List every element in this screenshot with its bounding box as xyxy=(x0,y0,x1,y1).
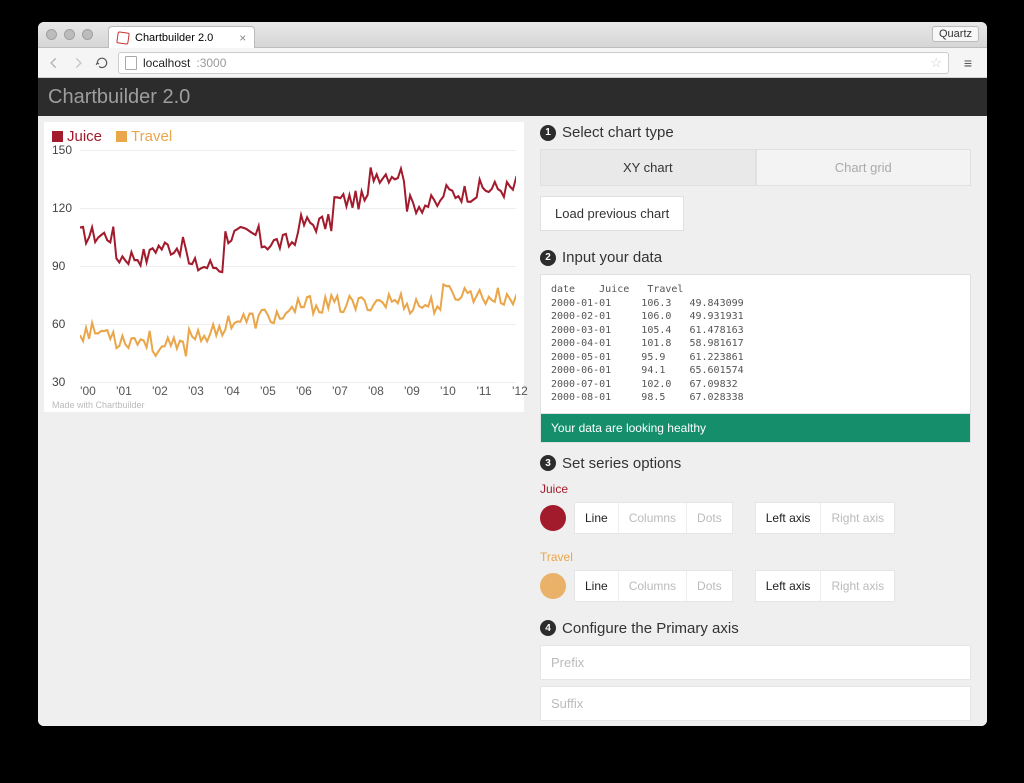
y-tick: 60 xyxy=(52,317,65,331)
step-2: 2 Input your data xyxy=(540,249,971,266)
quartz-button[interactable]: Quartz xyxy=(932,26,979,42)
step-number-icon: 2 xyxy=(540,250,556,266)
axis-options: Left axis Right axis xyxy=(755,502,895,534)
option-right-axis[interactable]: Right axis xyxy=(821,571,894,601)
y-tick: 30 xyxy=(52,375,65,389)
option-columns[interactable]: Columns xyxy=(619,503,687,533)
browser-tab[interactable]: Chartbuilder 2.0 × xyxy=(108,26,255,48)
gridline xyxy=(80,382,516,383)
reload-button[interactable] xyxy=(94,55,110,71)
series-label-travel: Travel xyxy=(540,550,971,564)
color-swatch-travel[interactable] xyxy=(540,573,566,599)
y-tick: 150 xyxy=(52,143,72,157)
series-row-travel: Line Columns Dots Left axis Right axis xyxy=(540,570,971,602)
tab-chart-grid[interactable]: Chart grid xyxy=(756,149,972,186)
option-columns[interactable]: Columns xyxy=(619,571,687,601)
step-3: 3 Set series options xyxy=(540,455,971,472)
app-header: Chartbuilder 2.0 xyxy=(38,78,987,116)
option-line[interactable]: Line xyxy=(575,571,619,601)
forward-button[interactable] xyxy=(70,55,86,71)
chart-style-options: Line Columns Dots xyxy=(574,502,733,534)
close-tab-icon[interactable]: × xyxy=(239,31,246,45)
controls-pane: 1 Select chart type XY chart Chart grid … xyxy=(530,116,987,726)
step-4: 4 Configure the Primary axis xyxy=(540,620,971,637)
browser-window: Chartbuilder 2.0 × Quartz localhost :3000… xyxy=(38,22,987,726)
series-row-juice: Line Columns Dots Left axis Right axis xyxy=(540,502,971,534)
option-left-axis[interactable]: Left axis xyxy=(756,503,822,533)
x-tick: '07 xyxy=(332,384,348,398)
step-title: Select chart type xyxy=(562,124,674,141)
step-number-icon: 1 xyxy=(540,125,556,141)
close-window-icon[interactable] xyxy=(46,29,57,40)
color-swatch-juice[interactable] xyxy=(540,505,566,531)
minimize-window-icon[interactable] xyxy=(64,29,75,40)
maximize-window-icon[interactable] xyxy=(82,29,93,40)
x-tick: '11 xyxy=(477,384,492,398)
option-line[interactable]: Line xyxy=(575,503,619,533)
chart-pane: Juice Travel 150 120 90 60 30 '00 '01 '02 '03 '0… xyxy=(38,116,530,726)
tab-title: Chartbuilder 2.0 xyxy=(135,32,213,44)
chart-plot: 150120906030 xyxy=(52,150,516,382)
chart-svg xyxy=(80,150,516,382)
made-with-label: Made with Chartbuilder xyxy=(52,400,145,410)
content: Juice Travel 150 120 90 60 30 '00 '01 '02 '03 '0… xyxy=(38,116,987,726)
option-dots[interactable]: Dots xyxy=(687,571,732,601)
url-port: :3000 xyxy=(196,56,226,70)
x-tick: '04 xyxy=(224,384,240,398)
step-number-icon: 3 xyxy=(540,455,556,471)
series-label-juice: Juice xyxy=(540,482,971,496)
step-title: Input your data xyxy=(562,249,662,266)
chart-type-tabs: XY chart Chart grid xyxy=(540,149,971,186)
option-right-axis[interactable]: Right axis xyxy=(821,503,894,533)
y-tick: 120 xyxy=(52,201,72,215)
url-host: localhost xyxy=(143,56,190,70)
legend-item-travel: Travel xyxy=(116,128,172,145)
x-tick: '08 xyxy=(368,384,384,398)
chart-legend: Juice Travel xyxy=(52,128,516,145)
x-tick: '10 xyxy=(440,384,456,398)
back-button[interactable] xyxy=(46,55,62,71)
prefix-input[interactable] xyxy=(540,645,971,680)
y-tick: 90 xyxy=(52,259,65,273)
x-tick: '12 xyxy=(512,384,528,398)
load-previous-button[interactable]: Load previous chart xyxy=(540,196,684,231)
step-number-icon: 4 xyxy=(540,620,556,636)
window-controls[interactable] xyxy=(46,29,93,40)
x-tick: '00 xyxy=(80,384,96,398)
x-tick: '01 xyxy=(116,384,132,398)
option-dots[interactable]: Dots xyxy=(687,503,732,533)
legend-swatch-travel xyxy=(116,131,127,142)
data-textarea[interactable]: date Juice Travel 2000-01-01 106.3 49.84… xyxy=(540,274,971,414)
url-bar[interactable]: localhost :3000 ☆ xyxy=(118,52,949,74)
x-tick: '03 xyxy=(188,384,204,398)
legend-label: Travel xyxy=(131,128,172,145)
chart-style-options: Line Columns Dots xyxy=(574,570,733,602)
step-title: Set series options xyxy=(562,455,681,472)
bookmark-star-icon[interactable]: ☆ xyxy=(930,55,942,71)
step-1: 1 Select chart type xyxy=(540,124,971,141)
chart-box: Juice Travel 150 120 90 60 30 '00 '01 '02 '03 '0… xyxy=(44,122,524,412)
legend-label: Juice xyxy=(67,128,102,145)
x-tick: '05 xyxy=(260,384,276,398)
tab-xy-chart[interactable]: XY chart xyxy=(540,149,756,186)
hamburger-menu-icon[interactable]: ≡ xyxy=(957,55,979,71)
app-title: Chartbuilder 2.0 xyxy=(48,86,190,109)
step-title: Configure the Primary axis xyxy=(562,620,739,637)
page-icon xyxy=(125,56,137,70)
x-tick: '09 xyxy=(404,384,420,398)
suffix-input[interactable] xyxy=(540,686,971,721)
x-tick: '06 xyxy=(296,384,312,398)
legend-swatch-juice xyxy=(52,131,63,142)
x-tick: '02 xyxy=(152,384,168,398)
status-banner: Your data are looking healthy xyxy=(540,414,971,443)
axis-options: Left axis Right axis xyxy=(755,570,895,602)
option-left-axis[interactable]: Left axis xyxy=(756,571,822,601)
favicon-icon xyxy=(117,32,129,44)
navbar: localhost :3000 ☆ ≡ xyxy=(38,48,987,78)
titlebar: Chartbuilder 2.0 × Quartz xyxy=(38,22,987,48)
